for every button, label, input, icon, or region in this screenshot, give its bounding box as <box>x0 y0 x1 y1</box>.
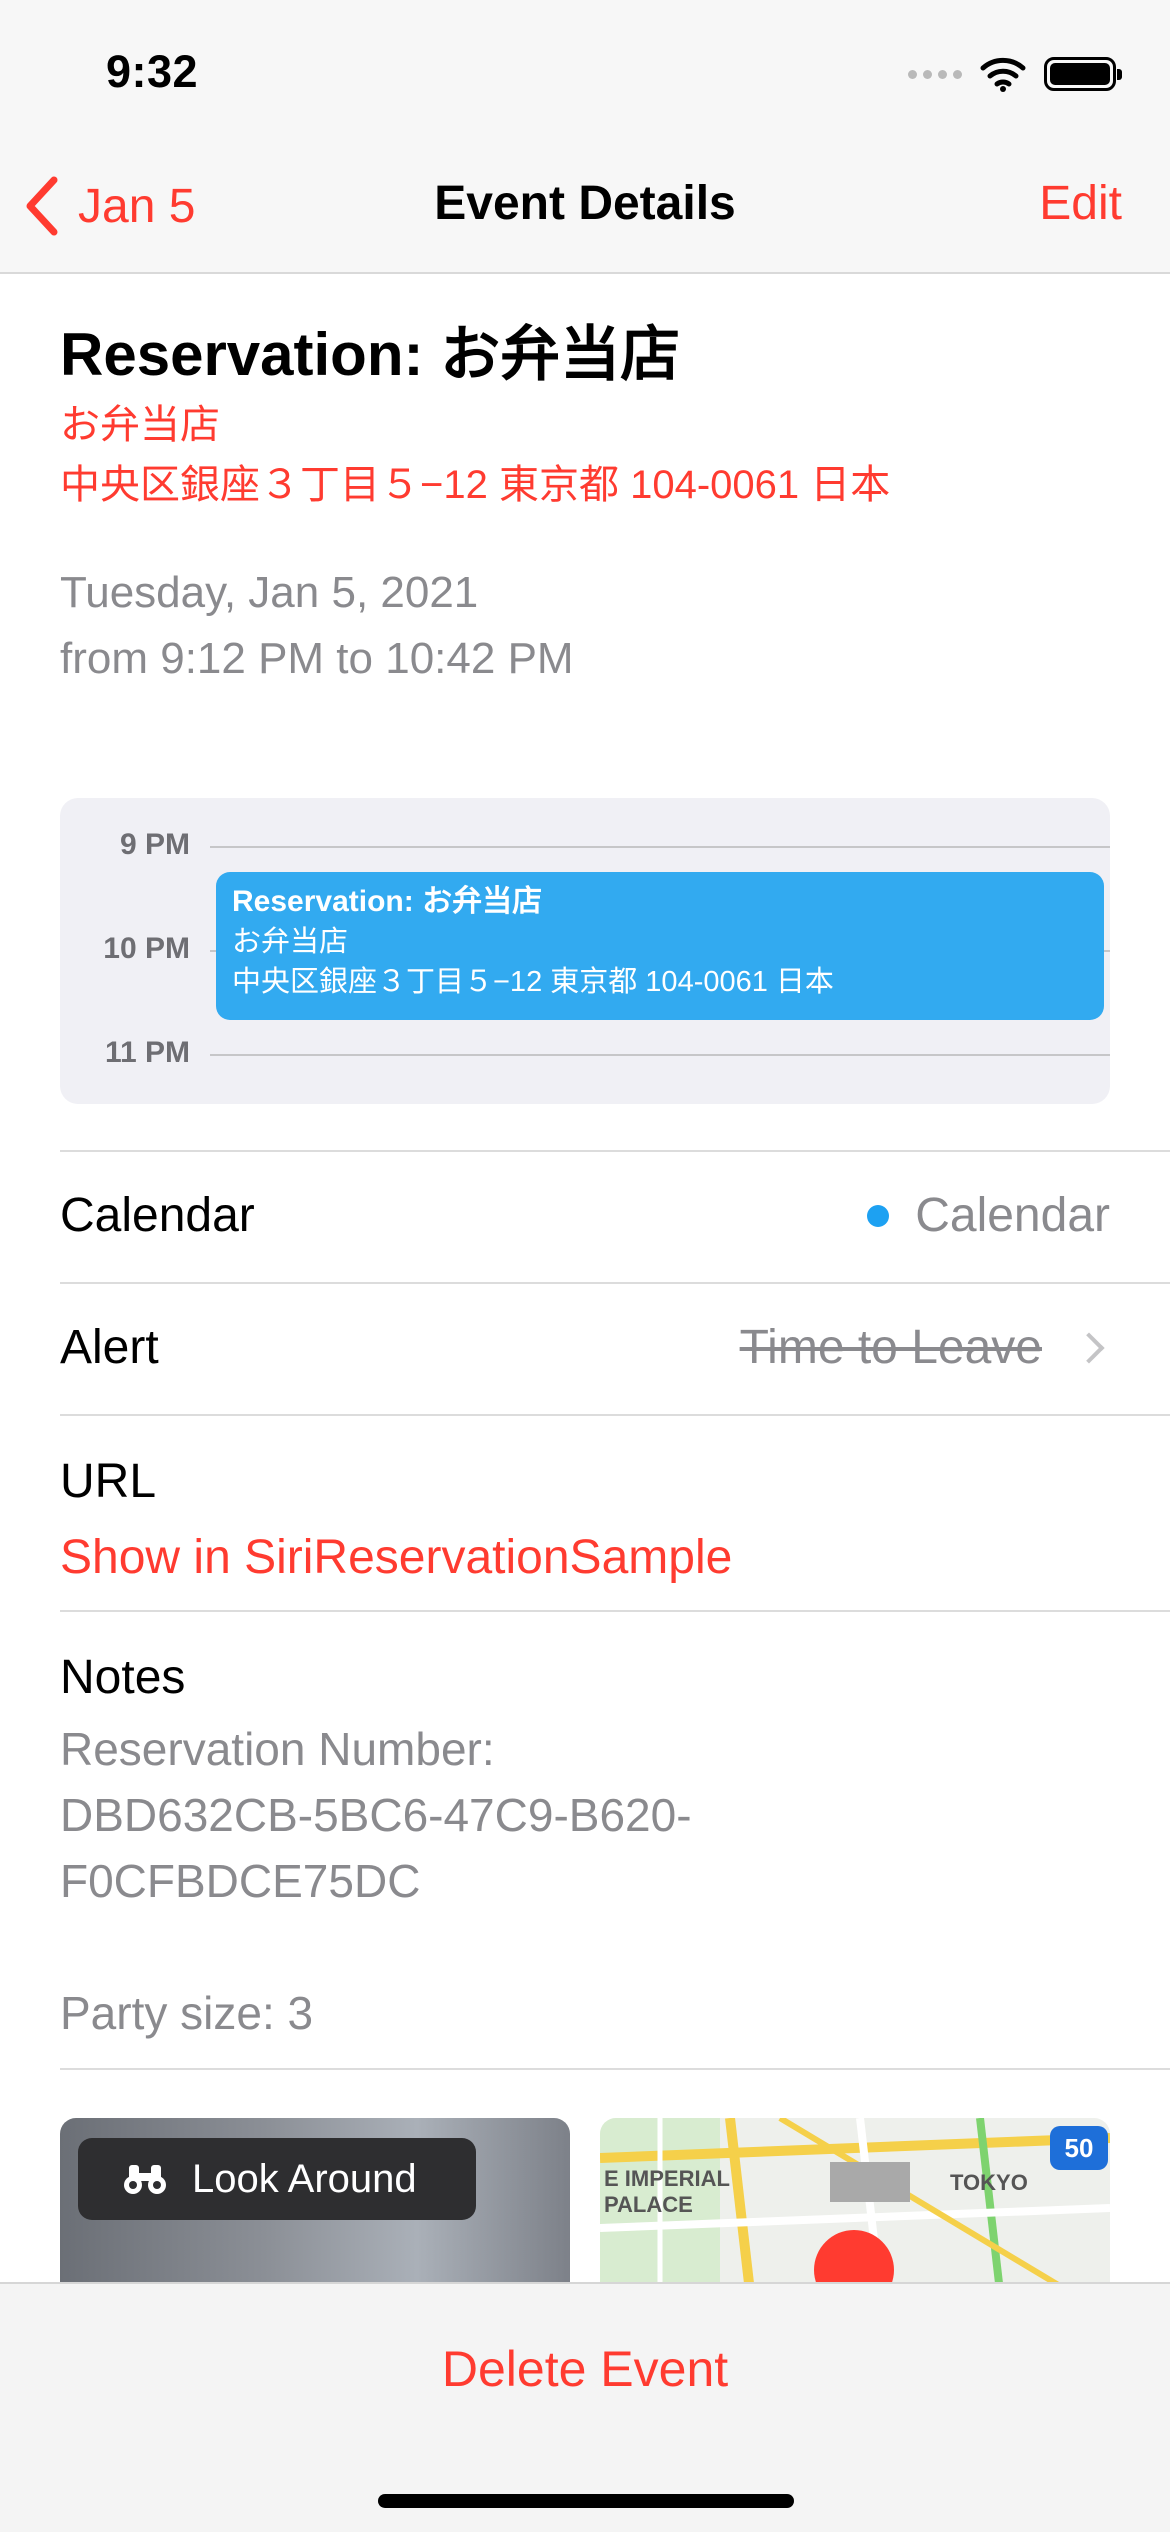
hour-line <box>210 1054 1110 1056</box>
alert-label: Alert <box>60 1321 159 1374</box>
divider <box>60 2068 1170 2070</box>
hour-label: 11 PM <box>104 1036 190 1069</box>
url-row: URL Show in SiriReservationSample <box>60 1414 1170 1610</box>
battery-icon <box>1044 57 1122 91</box>
notes-party-size: Party size: 3 <box>60 1987 314 2039</box>
alert-value: Time to Leave <box>739 1320 1105 1375</box>
alert-row[interactable]: Alert Time to Leave <box>60 1282 1170 1414</box>
event-location-address[interactable]: 中央区銀座３丁目５−12 東京都 104-0061 日本 <box>60 452 890 510</box>
calendar-label: Calendar <box>60 1189 255 1242</box>
notes-label: Notes <box>60 1651 186 1704</box>
event-location-name[interactable]: お弁当店 <box>60 392 220 450</box>
calendar-name: Calendar <box>915 1189 1110 1242</box>
status-time: 9:32 <box>106 46 199 97</box>
alert-value-text: Time to Leave <box>739 1321 1042 1374</box>
status-icons <box>908 52 1122 96</box>
route-shield-icon: 50 <box>1050 2126 1108 2170</box>
event-details-screen: 9:32 Jan 5 Event Details Edit Reservatio… <box>0 0 1170 2532</box>
calendar-value: Calendar <box>867 1188 1110 1243</box>
nav-title: Event Details <box>434 177 736 230</box>
notes-line: DBD632CB-5BC6-47C9-B620- <box>60 1789 692 1841</box>
hour-label: 9 PM <box>119 828 190 861</box>
block-location-name: お弁当店 <box>232 926 349 958</box>
url-label: URL <box>60 1455 157 1508</box>
look-around-label: Look Around <box>192 2156 417 2201</box>
timeline-event-block[interactable]: Reservation: お弁当店 お弁当店 中央区銀座３丁目５−12 東京都 … <box>216 872 1104 1020</box>
notes-line: F0CFBDCE75DC <box>60 1855 421 1907</box>
notes-line: Reservation Number: <box>60 1723 495 1775</box>
calendar-color-dot <box>867 1204 890 1227</box>
hour-line <box>210 846 1110 848</box>
binoculars-icon <box>124 2165 166 2194</box>
notes-row: Notes Reservation Number: DBD632CB-5BC6-… <box>60 1610 1170 2070</box>
event-date: Tuesday, Jan 5, 2021 <box>60 568 479 617</box>
look-around-button[interactable]: Look Around <box>78 2138 476 2220</box>
chevron-right-icon <box>1073 1331 1105 1364</box>
map-preview[interactable]: E IMPERIAL PALACE TOKYO 50 <box>600 2118 1110 2292</box>
cellular-signal-icon <box>908 69 962 79</box>
url-link[interactable]: Show in SiriReservationSample <box>60 1530 732 1585</box>
bottom-toolbar: Delete Event <box>0 2282 1170 2532</box>
block-location-address: 中央区銀座３丁目５−12 東京都 104-0061 日本 <box>232 966 834 998</box>
day-timeline: 9 PM 10 PM 11 PM Reservation: お弁当店 お弁当店 … <box>60 798 1110 1104</box>
look-around-preview[interactable]: Look Around <box>60 2118 570 2292</box>
hour-label: 10 PM <box>103 932 190 965</box>
wifi-icon <box>980 57 1026 92</box>
calendar-row[interactable]: Calendar Calendar <box>60 1150 1170 1282</box>
edit-button[interactable]: Edit <box>1039 176 1122 231</box>
block-title: Reservation: お弁当店 <box>232 885 543 918</box>
map-label-imperial-palace: E IMPERIAL PALACE <box>604 2166 730 2217</box>
top-bar: 9:32 Jan 5 Event Details Edit <box>0 0 1170 274</box>
event-time-range: from 9:12 PM to 10:42 PM <box>60 634 574 683</box>
home-indicator[interactable] <box>378 2494 794 2508</box>
map-label-tokyo: TOKYO <box>950 2170 1028 2195</box>
event-title: Reservation: お弁当店 <box>60 321 681 388</box>
delete-event-button[interactable]: Delete Event <box>0 2340 1170 2398</box>
